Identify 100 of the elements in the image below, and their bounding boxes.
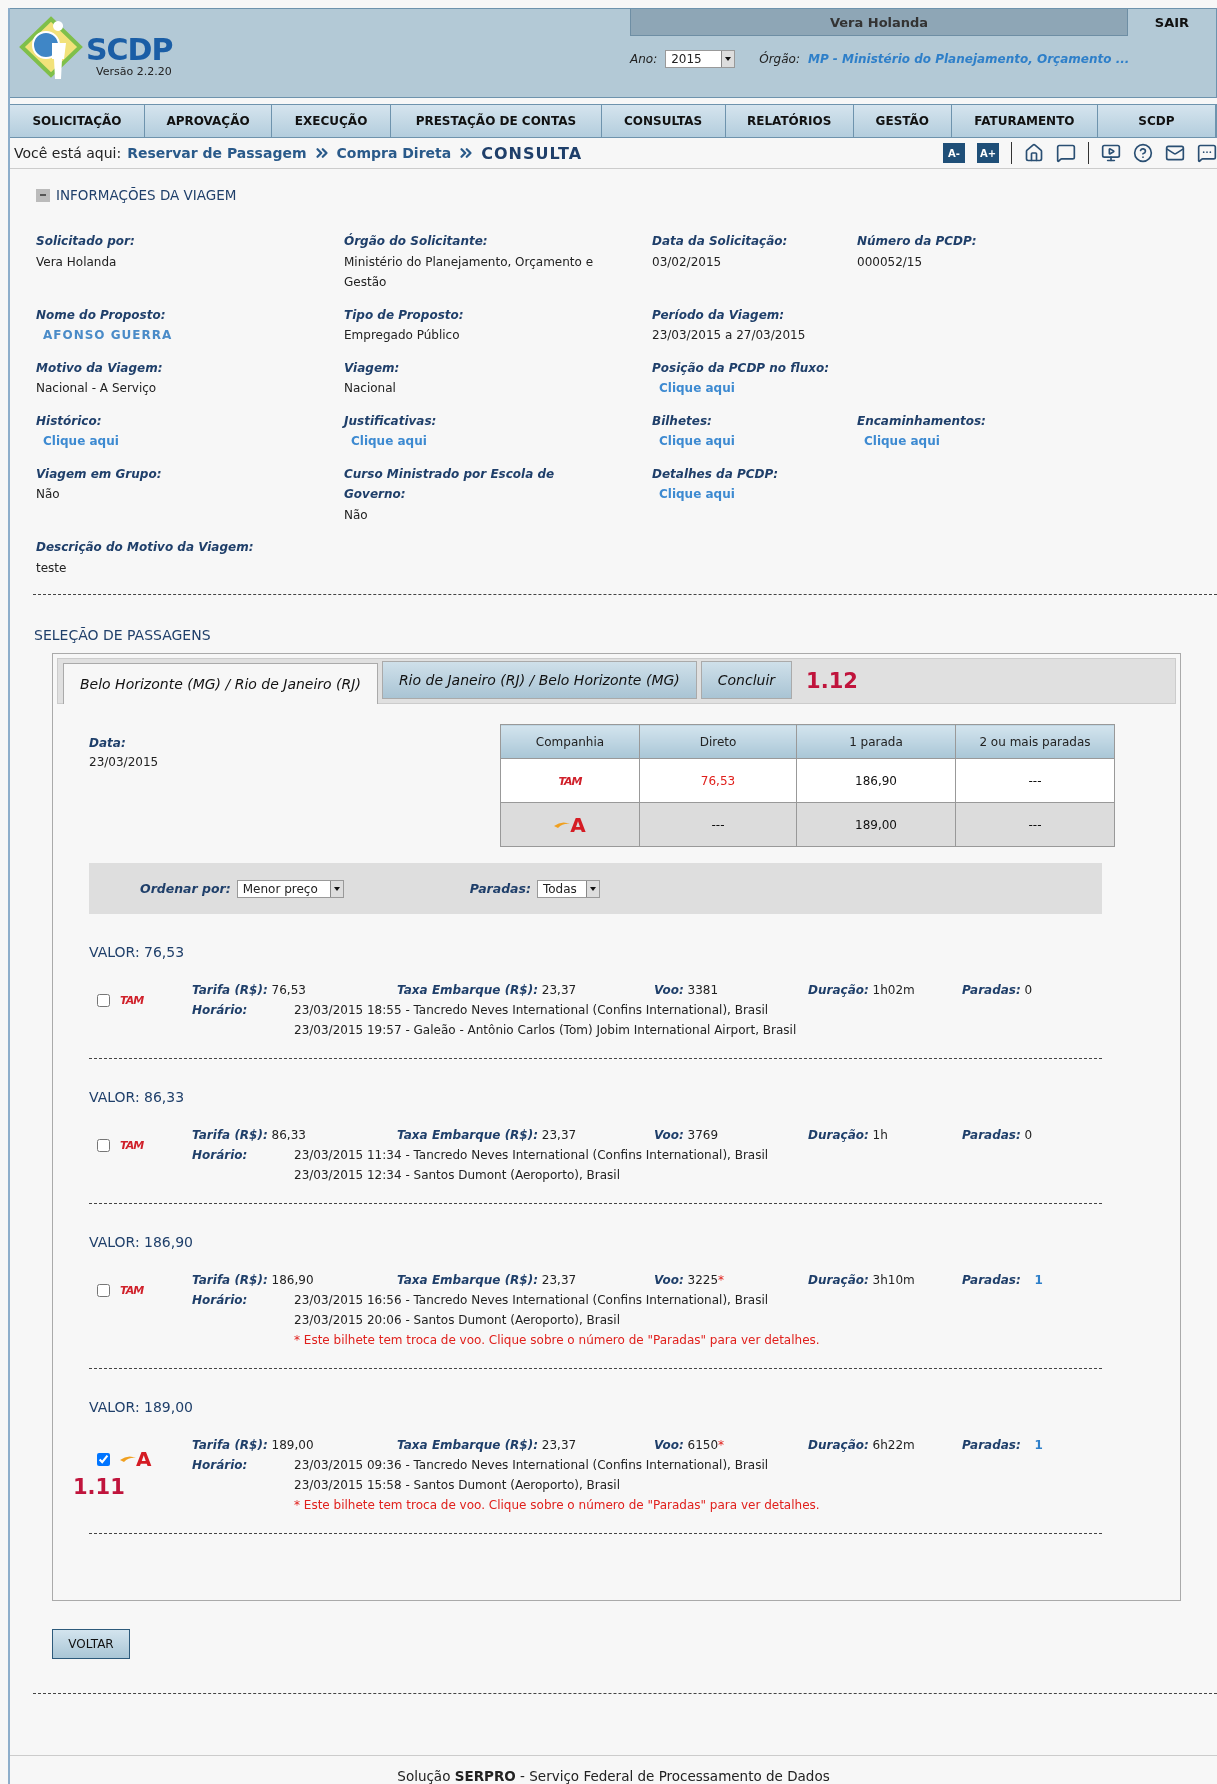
- help-icon[interactable]: [1133, 143, 1153, 163]
- detail-value: 1h: [872, 1128, 888, 1142]
- flight-leg: 23/03/2015 12:34 - Santos Dumont (Aeroporto), Brasil: [294, 1167, 621, 1184]
- breadcrumb-link[interactable]: Reservar de Passagem: [127, 145, 307, 161]
- airline-logo: TAM: [558, 774, 582, 788]
- version-text: Versão 2.2.20: [96, 65, 173, 78]
- menu-item[interactable]: GESTÃO: [853, 105, 952, 137]
- detail-value: 6h22m: [872, 1438, 915, 1452]
- detail-value: 3225: [687, 1273, 719, 1287]
- home-icon[interactable]: [1024, 143, 1044, 163]
- price-heading: VALOR: 86,33: [89, 1089, 186, 1105]
- stops-link[interactable]: 1: [1034, 1438, 1043, 1452]
- stops-label: Paradas:: [469, 881, 531, 896]
- video-icon[interactable]: [1101, 143, 1121, 163]
- menu-item[interactable]: APROVAÇÃO: [145, 105, 273, 137]
- menu-item[interactable]: FATURAMENTO: [951, 105, 1098, 137]
- field-value: Ministério do Planejamento, Orçamento e Gestão: [344, 253, 595, 291]
- table-cell[interactable]: ---: [955, 758, 1115, 803]
- detail-value: 186,90: [271, 1273, 314, 1287]
- breadcrumb-label: Você está aqui:: [14, 145, 122, 161]
- stops-select[interactable]: Todas: [537, 879, 600, 898]
- select-checkbox[interactable]: [97, 1452, 110, 1466]
- route-tab[interactable]: Concluir: [700, 661, 793, 699]
- detail-value: 23,37: [541, 1438, 577, 1452]
- detail-label: Horário:: [192, 1003, 248, 1017]
- sort-label: Ordenar por:: [140, 881, 231, 896]
- menu-item[interactable]: EXECUÇÃO: [272, 105, 392, 137]
- font-size-button[interactable]: A-: [943, 143, 965, 163]
- chat-icon[interactable]: [1056, 143, 1076, 163]
- select-checkbox[interactable]: [97, 994, 110, 1007]
- detail-label: Duração:: [808, 983, 869, 997]
- detail-label: Horário:: [192, 1148, 248, 1162]
- asterisk-mark: *: [718, 1273, 725, 1287]
- table-cell[interactable]: 76,53: [639, 758, 797, 803]
- route-tab[interactable]: Belo Horizonte (MG) / Rio de Janeiro (RJ): [63, 663, 378, 704]
- field-value: AFONSO GUERRA: [42, 327, 174, 344]
- mail-icon[interactable]: [1165, 143, 1185, 163]
- detail-value: 1h02m: [872, 983, 915, 997]
- detail-value: 6150: [687, 1438, 719, 1452]
- field-value: 03/02/2015: [652, 253, 723, 271]
- collapse-icon[interactable]: [36, 188, 50, 202]
- field-value: Não: [36, 486, 61, 503]
- detail-value: 3h10m: [872, 1273, 915, 1287]
- select-checkbox[interactable]: [97, 1139, 110, 1152]
- detail-label: Tarifa (R$):: [192, 1438, 268, 1452]
- field-label: Tipo de Proposto:: [344, 306, 465, 324]
- field-value: 23/03/2015 a 27/03/2015: [652, 327, 807, 344]
- menu-item[interactable]: SOLICITAÇÃO: [10, 105, 145, 137]
- price-heading: VALOR: 186,90: [89, 1234, 195, 1250]
- field-label: Órgão do Solicitante:: [344, 232, 489, 250]
- airline-logo: A: [554, 814, 586, 835]
- detail-label: Taxa Embarque (R$):: [397, 983, 538, 997]
- field-label: Viagem:: [344, 359, 401, 377]
- field-label: Data:: [89, 735, 127, 752]
- field-label: Justificativas:: [344, 412, 438, 430]
- detail-value: 23,37: [541, 1273, 577, 1287]
- column-header: 1 parada: [796, 724, 956, 759]
- breadcrumb-link[interactable]: Compra Direta: [336, 145, 452, 161]
- detail-label: Tarifa (R$):: [192, 1273, 268, 1287]
- detail-label: Horário:: [192, 1458, 248, 1472]
- menu-item[interactable]: PRESTAÇÃO DE CONTAS: [391, 105, 602, 137]
- field-label: Período da Viagem:: [652, 306, 786, 324]
- annotation-number: 1.12: [806, 669, 858, 693]
- field-value: teste: [36, 559, 68, 577]
- menu-item[interactable]: CONSULTAS: [601, 105, 726, 137]
- field-value: 23/03/2015: [89, 754, 160, 771]
- field-value: Empregado Público: [344, 327, 461, 344]
- breadcrumb-current: CONSULTA: [481, 143, 583, 163]
- feedback-icon[interactable]: [1197, 143, 1217, 163]
- table-cell[interactable]: 186,90: [796, 758, 956, 803]
- airline-logo: A: [120, 1449, 152, 1469]
- section-title: SELEÇÃO DE PASSAGENS: [34, 627, 212, 643]
- warning-note: * Este bilhete tem troca de voo. Clique sobre o número de "Paradas" para ver detalhes.: [293, 1497, 821, 1514]
- table-cell[interactable]: ---: [639, 802, 797, 847]
- field-value: 000052/15: [857, 253, 924, 271]
- table-cell[interactable]: 189,00: [796, 802, 956, 847]
- field-label: Detalhes da PCDP:: [652, 465, 780, 483]
- detail-value: 189,00: [271, 1438, 314, 1452]
- stops-link[interactable]: 1: [1034, 1273, 1043, 1287]
- route-tab[interactable]: Rio de Janeiro (RJ) / Belo Horizonte (MG): [381, 661, 697, 699]
- detail-label: Taxa Embarque (R$):: [397, 1273, 538, 1287]
- footer-text: Solução SERPRO - Serviço Federal de Processamento de Dados: [397, 1768, 830, 1784]
- annotation-number: 1.11: [73, 1475, 126, 1499]
- table-cell[interactable]: ---: [955, 802, 1115, 847]
- field-label: Encaminhamentos:: [857, 412, 987, 430]
- select-checkbox[interactable]: [97, 1284, 110, 1297]
- back-button[interactable]: VOLTAR: [52, 1629, 130, 1659]
- detail-value: 3381: [687, 983, 719, 997]
- user-name: Vera Holanda: [630, 9, 1128, 36]
- sort-select[interactable]: Menor preço: [236, 879, 344, 898]
- field-label: Número da PCDP:: [857, 233, 978, 250]
- airline-logo: TAM: [120, 994, 144, 1007]
- menu-item[interactable]: RELATÓRIOS: [725, 105, 854, 137]
- font-size-button[interactable]: A+: [977, 143, 999, 163]
- year-select[interactable]: 2015: [665, 50, 736, 68]
- menu-item[interactable]: SCDP: [1097, 105, 1216, 137]
- detail-label: Tarifa (R$):: [192, 983, 268, 997]
- flight-leg: 23/03/2015 15:58 - Santos Dumont (Aeroporto), Brasil: [294, 1477, 621, 1494]
- logout-link[interactable]: SAIR: [1128, 9, 1216, 36]
- logo-text: SCDP: [86, 35, 173, 65]
